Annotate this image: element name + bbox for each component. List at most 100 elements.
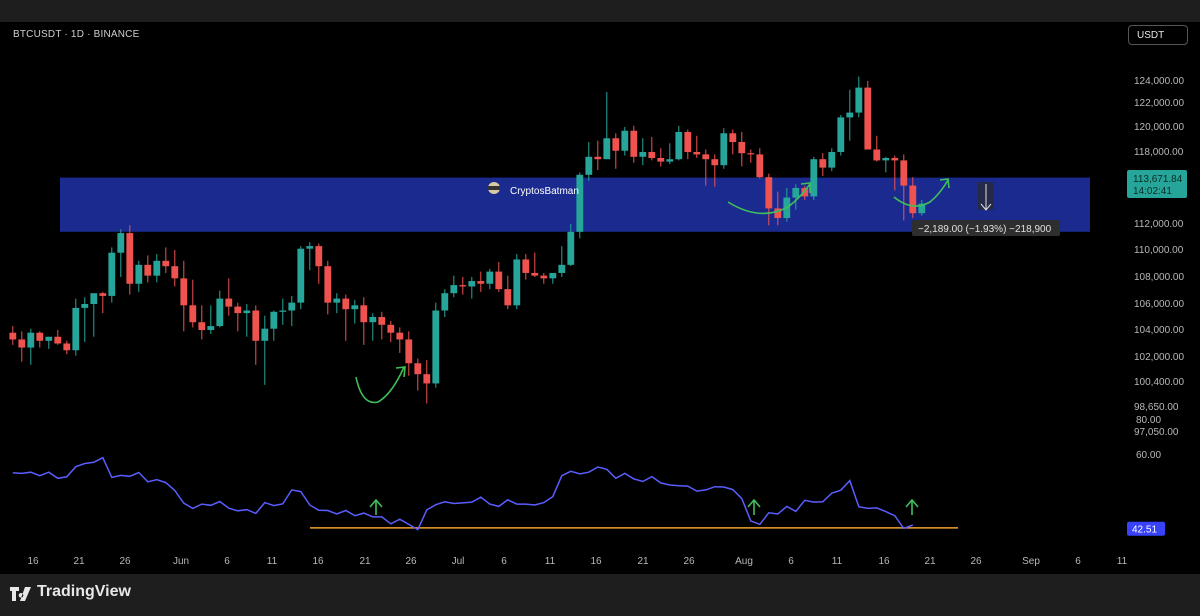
candle-body (117, 233, 125, 253)
candle-body (387, 324, 395, 333)
candle-body (558, 264, 566, 273)
curve-arrow-mark (355, 366, 405, 404)
candle-body (486, 271, 494, 284)
candle-body (693, 152, 701, 155)
candle-body (90, 293, 98, 304)
candle-body (702, 154, 710, 160)
x-tick-label: 11 (1117, 556, 1128, 567)
candle-body (153, 260, 161, 276)
candle-body (342, 298, 350, 310)
candle-body (567, 231, 575, 265)
candle-body (99, 293, 107, 296)
price-tick-label: 124,000.00 (1134, 76, 1184, 87)
x-tick-label: 16 (878, 556, 890, 567)
watermark-label: CryptosBatman (510, 186, 579, 197)
candle-body (360, 305, 368, 323)
x-tick-label: 26 (119, 556, 131, 567)
x-tick-label: 11 (832, 556, 843, 567)
up-arrow-icon (747, 498, 761, 515)
candle-body (306, 246, 314, 249)
candle-body (333, 298, 341, 303)
currency-button[interactable]: USDT (1128, 25, 1188, 45)
candle-body (729, 133, 737, 142)
price-chart[interactable]: 124,000.00 122,000.00 120,000.00 118,000.00… (0, 22, 1200, 574)
candle-body (252, 310, 260, 341)
price-tick-label: 104,000.00 (1134, 325, 1184, 336)
candle-body (504, 289, 512, 306)
x-tick-label: Jun (173, 556, 189, 567)
candle-body (576, 174, 584, 232)
candle-body (405, 339, 413, 364)
candle-body (441, 293, 449, 311)
x-tick-label: 16 (27, 556, 39, 567)
candle-body (495, 271, 503, 290)
x-tick-label: 11 (545, 556, 556, 567)
candle-body (378, 317, 386, 325)
candle-body (585, 156, 593, 175)
candle-body (279, 310, 287, 312)
up-arrow-icon (369, 498, 383, 515)
candle-body (171, 266, 179, 279)
x-tick-label: 11 (267, 556, 278, 567)
candle-body (819, 159, 827, 168)
price-tick-label: 100,400.00 (1134, 377, 1184, 388)
candle-body (909, 185, 917, 214)
candle-body (351, 305, 359, 310)
x-tick-label: 21 (637, 556, 649, 567)
candle-body (72, 307, 80, 351)
candle-body (900, 160, 908, 186)
price-tick-label: 120,000.00 (1134, 122, 1184, 133)
candle-body (873, 149, 881, 161)
candle-body (594, 156, 602, 160)
candle-body (198, 322, 206, 330)
x-tick-label: 6 (501, 556, 507, 567)
candle-body (738, 142, 746, 154)
candle-body (666, 159, 674, 162)
x-tick-label: 16 (590, 556, 602, 567)
candle-body (189, 305, 197, 323)
avatar-mask (488, 186, 500, 190)
x-tick-label: 21 (73, 556, 85, 567)
candle-body (648, 152, 656, 158)
price-tick-label: 112,000.00 (1134, 219, 1184, 230)
candle-body (531, 272, 539, 276)
candle-body (315, 246, 323, 267)
rsi-line (12, 456, 914, 531)
x-tick-label: 16 (312, 556, 324, 567)
candle-body (207, 326, 215, 330)
brand-name: TradingView (37, 583, 131, 600)
price-tick-label: 98,650.00 (1134, 402, 1179, 413)
candle-body (54, 336, 62, 344)
price-tick-label: 106,000.00 (1134, 299, 1184, 310)
candle-body (468, 281, 476, 287)
x-tick-label: 26 (970, 556, 982, 567)
rsi-tick-label: 80.00 (1136, 415, 1161, 426)
candle-body (792, 188, 800, 198)
price-tick-label: 102,000.00 (1134, 352, 1184, 363)
candle-body (270, 311, 278, 329)
tradingview-logo-icon (10, 587, 31, 601)
candle-body (261, 328, 269, 341)
x-tick-label: 21 (924, 556, 936, 567)
candle-body (765, 177, 773, 209)
candle-body (810, 159, 818, 197)
candle-body (45, 336, 53, 341)
candle-body (846, 112, 854, 118)
price-tick-label: 110,000.00 (1134, 245, 1184, 256)
candle-body (855, 87, 863, 113)
up-arrow-icon (905, 498, 919, 515)
candle-body (837, 117, 845, 152)
candle-body (432, 310, 440, 384)
rsi-tick-label: 60.00 (1136, 450, 1161, 461)
candle-body (450, 285, 458, 294)
candle-body (891, 158, 899, 161)
candle-body (234, 306, 242, 314)
candle-body (108, 252, 116, 296)
candle-body (216, 298, 224, 327)
footer: TradingView (0, 574, 1200, 616)
candle-body (396, 332, 404, 340)
x-tick-label: 6 (1075, 556, 1081, 567)
candle-body (135, 264, 143, 284)
candle-body (180, 278, 188, 306)
candle-body (243, 310, 251, 314)
